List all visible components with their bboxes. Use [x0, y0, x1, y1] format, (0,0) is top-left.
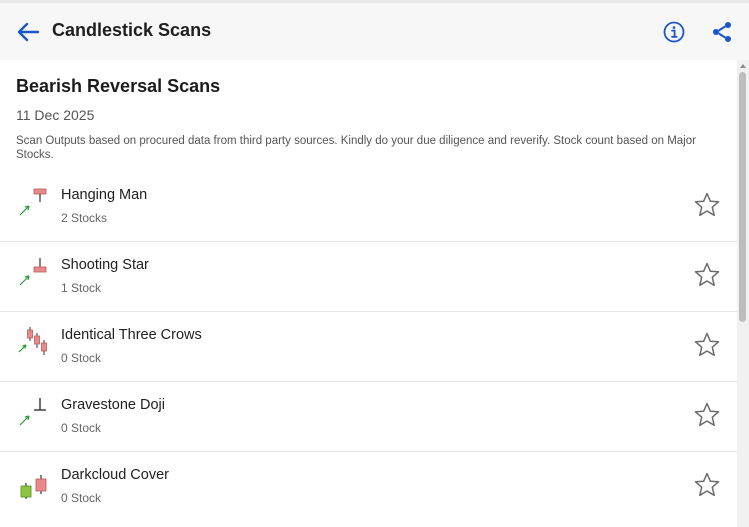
section-title: Bearish Reversal Scans: [16, 76, 221, 96]
star-outline-icon[interactable]: [693, 471, 721, 499]
shooting-star-icon: [19, 258, 47, 286]
hanging-man-icon: [19, 188, 47, 216]
stock-count: 2 Stocks: [61, 211, 108, 225]
list-item-identical-three-crows[interactable]: Identical Three Crows 0 Stock: [0, 312, 737, 382]
disclaimer-text: Scan Outputs based on procured data from…: [16, 135, 696, 161]
stock-count: 0 Stock: [61, 351, 102, 365]
info-icon[interactable]: [662, 20, 686, 44]
share-icon[interactable]: [710, 20, 734, 44]
scan-name: Gravestone Doji: [61, 397, 165, 413]
star-outline-icon[interactable]: [693, 401, 721, 429]
darkcloud-cover-icon: [20, 475, 47, 499]
vertical-scrollbar[interactable]: [737, 60, 749, 527]
scroll-up-arrow-icon[interactable]: [740, 64, 746, 68]
scan-name: Identical Three Crows: [61, 327, 202, 343]
star-outline-icon[interactable]: [693, 331, 721, 359]
scan-name: Shooting Star: [61, 257, 149, 273]
scan-date: 11 Dec 2025: [16, 107, 95, 123]
arrow-left-icon[interactable]: [14, 19, 42, 45]
gravestone-doji-icon: [19, 398, 46, 426]
scan-content: Bearish Reversal Scans 11 Dec 2025 Scan …: [0, 60, 737, 527]
scrollbar-thumb[interactable]: [739, 72, 746, 322]
page-title: Candlestick Scans: [52, 20, 212, 40]
list-item-shooting-star[interactable]: Shooting Star 1 Stock: [0, 242, 737, 312]
stock-count: 1 Stock: [61, 281, 102, 295]
star-outline-icon[interactable]: [693, 191, 721, 219]
scan-list: Hanging Man 2 Stocks Shooting Star 1 Sto…: [0, 172, 737, 522]
star-outline-icon[interactable]: [693, 261, 721, 289]
app-header: Candlestick Scans: [0, 0, 749, 60]
list-item-darkcloud-cover[interactable]: Darkcloud Cover 0 Stock: [0, 452, 737, 522]
scan-name: Darkcloud Cover: [61, 467, 169, 483]
list-item-gravestone-doji[interactable]: Gravestone Doji 0 Stock: [0, 382, 737, 452]
three-crows-icon: [18, 327, 47, 355]
list-item-hanging-man[interactable]: Hanging Man 2 Stocks: [0, 172, 737, 242]
stock-count: 0 Stock: [61, 491, 102, 505]
scan-name: Hanging Man: [61, 187, 148, 203]
stock-count: 0 Stock: [61, 421, 102, 435]
